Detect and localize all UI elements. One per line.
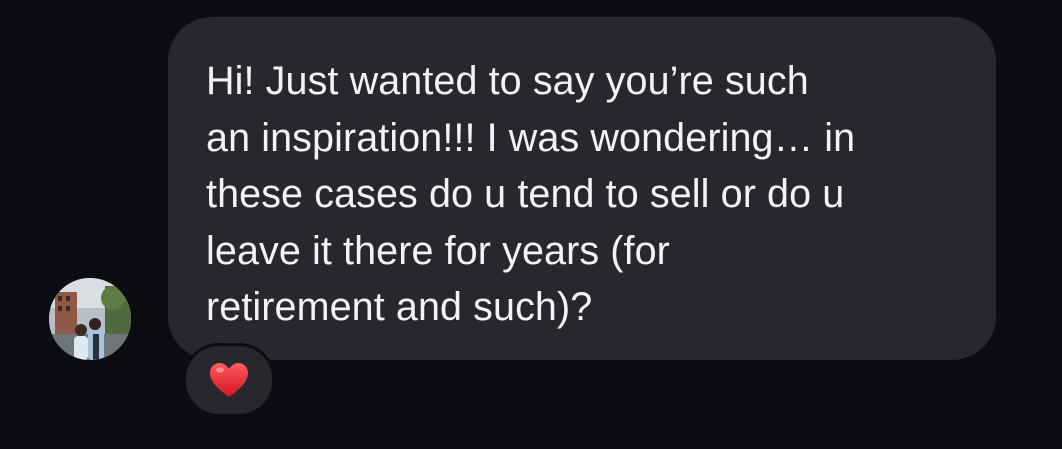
reaction-badge[interactable] (183, 343, 275, 417)
message-bubble[interactable]: Hi! Just wanted to say you’re such an in… (168, 17, 996, 360)
message-row: Hi! Just wanted to say you’re such an in… (0, 0, 1062, 449)
avatar-photo (49, 278, 131, 360)
message-text: Hi! Just wanted to say you’re such an in… (206, 59, 856, 329)
sender-avatar[interactable] (49, 278, 131, 360)
red-heart-icon (210, 363, 248, 397)
